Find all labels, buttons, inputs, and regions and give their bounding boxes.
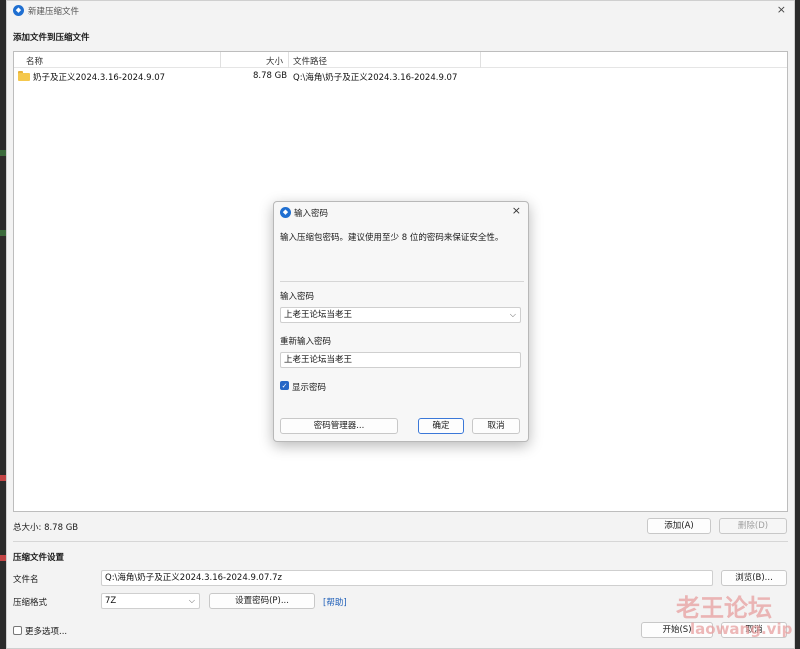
column-separator[interactable] xyxy=(220,52,221,68)
row-path: Q:\海角\奶子及正义2024.3.16-2024.9.07 xyxy=(293,73,458,83)
settings-section-title: 压缩文件设置 xyxy=(13,553,65,563)
watermark-url: laowang.vip xyxy=(690,620,793,638)
format-select-value: 7Z xyxy=(105,596,117,606)
filename-label: 文件名 xyxy=(13,575,39,585)
show-password-label[interactable]: 显示密码 xyxy=(292,381,326,393)
column-header-path[interactable]: 文件路径 xyxy=(293,55,327,67)
more-options-label[interactable]: 更多选项... xyxy=(25,625,67,637)
section-divider xyxy=(13,541,788,542)
password-label: 输入密码 xyxy=(280,292,315,302)
chevron-down-icon: ⌵ xyxy=(188,596,195,605)
row-size: 8.78 GB xyxy=(253,71,288,81)
close-icon[interactable]: × xyxy=(777,3,786,16)
password-manager-button[interactable]: 密码管理器... xyxy=(280,418,398,434)
confirm-password-input[interactable]: 上老王论坛当老王 xyxy=(280,352,521,368)
title-bar: ◆ 新建压缩文件 × xyxy=(7,1,794,21)
app-logo-icon: ◆ xyxy=(280,207,291,218)
show-password-checkbox[interactable]: ✓ xyxy=(280,381,289,390)
file-list-header: 名称 大小 文件路径 xyxy=(14,52,787,68)
column-separator[interactable] xyxy=(480,52,481,68)
help-link[interactable]: [帮助] xyxy=(323,596,347,608)
add-button[interactable]: 添加(A) xyxy=(647,518,711,534)
password-input[interactable]: 上老王论坛当老王 ⌵ xyxy=(280,307,521,323)
app-logo-icon: ◆ xyxy=(13,5,24,16)
dialog-message: 输入压缩包密码。建议使用至少 8 位的密码来保证安全性。 xyxy=(280,233,504,243)
column-header-size[interactable]: 大小 xyxy=(266,55,283,67)
confirm-password-label: 重新输入密码 xyxy=(280,337,332,347)
password-input-value: 上老王论坛当老王 xyxy=(284,310,353,320)
delete-button[interactable]: 删除(D) xyxy=(719,518,787,534)
set-password-button[interactable]: 设置密码(P)... xyxy=(209,593,315,609)
password-dialog: ◆ 输入密码 × 输入压缩包密码。建议使用至少 8 位的密码来保证安全性。 输入… xyxy=(273,201,529,442)
dialog-title: 输入密码 xyxy=(294,209,329,219)
close-icon[interactable]: × xyxy=(512,204,521,217)
browse-button[interactable]: 浏览(B)... xyxy=(721,570,787,586)
total-size: 总大小: 8.78 GB xyxy=(13,523,79,533)
format-select[interactable]: 7Z ⌵ xyxy=(101,593,200,609)
table-row[interactable]: 奶子及正义2024.3.16-2024.9.07 8.78 GB Q:\海角\奶… xyxy=(14,70,787,84)
dialog-divider xyxy=(280,281,524,282)
format-label: 压缩格式 xyxy=(13,598,48,608)
dialog-cancel-button[interactable]: 取消 xyxy=(472,418,520,434)
column-header-name[interactable]: 名称 xyxy=(26,55,43,67)
watermark-logo-text: 老王论坛 xyxy=(676,594,772,622)
window-title: 新建压缩文件 xyxy=(28,7,80,17)
files-section-title: 添加文件到压缩文件 xyxy=(13,33,90,43)
chevron-down-icon[interactable]: ⌵ xyxy=(510,308,516,322)
column-separator[interactable] xyxy=(288,52,289,68)
filename-input[interactable]: Q:\海角\奶子及正义2024.3.16-2024.9.07.7z xyxy=(101,570,713,586)
more-options-checkbox[interactable] xyxy=(13,626,22,635)
ok-button[interactable]: 确定 xyxy=(418,418,464,434)
folder-icon xyxy=(18,71,30,81)
row-name: 奶子及正义2024.3.16-2024.9.07 xyxy=(33,73,166,83)
